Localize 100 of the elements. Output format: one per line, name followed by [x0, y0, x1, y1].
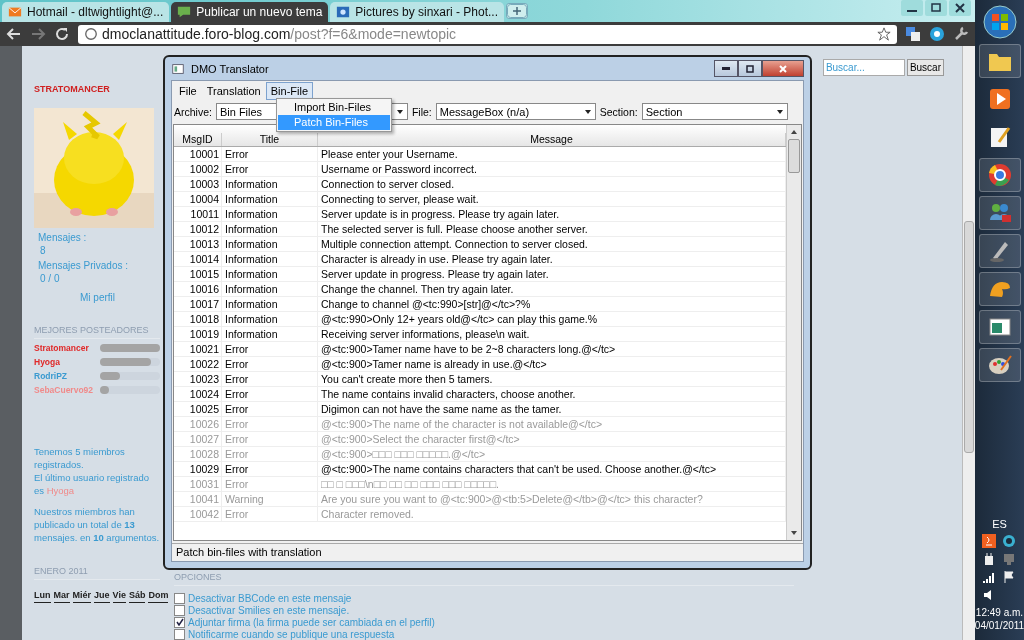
table-cell: Error: [222, 477, 318, 491]
browser-tab[interactable]: Publicar un nuevo tema: [171, 2, 329, 22]
star-icon[interactable]: [877, 27, 891, 41]
column-header[interactable]: MsgID: [174, 133, 222, 146]
table-cell: Error: [222, 417, 318, 431]
table-cell: 10029: [174, 462, 222, 476]
start-button[interactable]: [981, 4, 1018, 40]
table-cell: Error: [222, 372, 318, 386]
table-cell: 10017: [174, 297, 222, 311]
table-cell: Warning: [222, 492, 318, 506]
stats-text: Tenemos 5 miembros registrados.: [34, 445, 126, 471]
stats-text: Nuestros miembros han publicado un total de 13 mensajes. en 10 argumentos.: [34, 505, 160, 544]
weekday-header: Mar: [53, 590, 70, 603]
table-cell: 10023: [174, 372, 222, 386]
table-cell: Information: [222, 192, 318, 206]
clock[interactable]: 12:49 a.m. 04/01/2011: [974, 606, 1024, 632]
signal-icon[interactable]: [981, 570, 996, 584]
table-cell: 10004: [174, 192, 222, 206]
weekday-header: Jue: [94, 590, 110, 603]
back-icon[interactable]: [6, 26, 22, 42]
reload-icon[interactable]: [54, 26, 70, 42]
column-header[interactable]: Title: [222, 133, 318, 146]
table-cell: 10001: [174, 147, 222, 161]
table-cell: Information: [222, 297, 318, 311]
table-cell: Information: [222, 252, 318, 266]
search-field[interactable]: Buscar...: [822, 59, 905, 76]
new-tab-icon[interactable]: [506, 3, 529, 19]
section-heading: MEJORES POSTEADORES: [34, 325, 160, 339]
minimize-icon[interactable]: [901, 0, 923, 16]
table-cell: 10024: [174, 387, 222, 401]
menu-item[interactable]: File: [174, 82, 202, 100]
language-indicator[interactable]: ES: [992, 518, 1007, 530]
table-cell: 10011: [174, 207, 222, 221]
option-label: Desactivar BBCode en este mensaje: [188, 592, 352, 604]
table-cell: 10025: [174, 402, 222, 416]
weekday-header: Sáb: [128, 590, 146, 603]
weekday-header: Vie: [112, 590, 126, 603]
table-cell: Error: [222, 507, 318, 521]
maximize-icon[interactable]: [925, 0, 947, 16]
table-cell: Error: [222, 462, 318, 476]
dropdown-field[interactable]: MessageBox (n/a): [435, 103, 596, 120]
table-cell: 10026: [174, 417, 222, 431]
table-cell: 10013: [174, 237, 222, 251]
maximize-icon: [745, 63, 755, 74]
table-cell: Information: [222, 222, 318, 236]
search-button[interactable]: Buscar: [906, 59, 944, 76]
checkbox[interactable]: [174, 592, 185, 604]
private-messages-count: 0 / 0: [40, 273, 60, 284]
weekday-header: Dom: [148, 590, 169, 603]
minimize-icon: [722, 67, 730, 70]
table-cell: Error: [222, 387, 318, 401]
filter-label: Archive:: [174, 105, 212, 118]
close-icon[interactable]: [949, 0, 971, 16]
flag-icon[interactable]: [1001, 570, 1016, 584]
table-cell: Error: [222, 432, 318, 446]
scroll-thumb[interactable]: [788, 139, 800, 173]
table-cell: 10022: [174, 357, 222, 371]
checkbox[interactable]: [174, 616, 185, 628]
table-cell: Error: [222, 402, 318, 416]
section-heading: OPCIONES: [174, 572, 794, 586]
option-label: Adjuntar firma (la firma puede ser cambiada en el perfil): [188, 616, 435, 628]
table-cell: Information: [222, 177, 318, 191]
scrollbar[interactable]: [786, 125, 801, 540]
table-cell: 10016: [174, 282, 222, 296]
table-cell: Information: [222, 207, 318, 221]
table-cell: 10012: [174, 222, 222, 236]
wrench-icon[interactable]: [953, 26, 969, 42]
address-bar[interactable]: dmoclanattitude.foro-blog.com/post?f=6&mode=newtopic: [78, 24, 897, 44]
browser-tab[interactable]: Hotmail - dltwightlight@...: [2, 2, 170, 22]
photo-icon: [336, 5, 351, 19]
username: STRATOMANCER: [34, 84, 111, 94]
close-button[interactable]: [762, 60, 804, 77]
filter-label: Section:: [599, 105, 638, 118]
table-cell: Information: [222, 327, 318, 341]
weekday-header: Lun: [34, 590, 51, 603]
filter-label: File:: [411, 105, 432, 118]
table-cell: 10018: [174, 312, 222, 326]
checkbox[interactable]: [174, 628, 185, 640]
scrollbar[interactable]: [962, 46, 975, 640]
browser-icon[interactable]: [986, 162, 1013, 188]
close-icon: [778, 63, 788, 74]
weekday-header: Miér: [72, 590, 92, 603]
app-icon: [171, 61, 185, 76]
browser-tab[interactable]: Pictures by sinxari - Phot...: [330, 2, 505, 22]
table-cell: Information: [222, 267, 318, 281]
speech-bubble-icon: [177, 5, 192, 19]
menu-item[interactable]: Import Bin-Files: [278, 100, 390, 115]
table-cell: 10002: [174, 162, 222, 176]
window-title: DMO Translator: [191, 62, 270, 75]
checkbox[interactable]: [174, 604, 185, 616]
section-heading: ENERO 2011: [34, 566, 160, 580]
forward-icon[interactable]: [30, 26, 46, 42]
table-cell: 10015: [174, 267, 222, 281]
menu-item[interactable]: Translation: [201, 82, 266, 100]
menu-item[interactable]: Bin-File: [265, 82, 314, 100]
maximize-button[interactable]: [738, 60, 762, 77]
table-cell: 10031: [174, 477, 222, 491]
table-cell: 10027: [174, 432, 222, 446]
dropdown-field[interactable]: Section: [641, 103, 788, 120]
minimize-button[interactable]: [714, 60, 738, 77]
